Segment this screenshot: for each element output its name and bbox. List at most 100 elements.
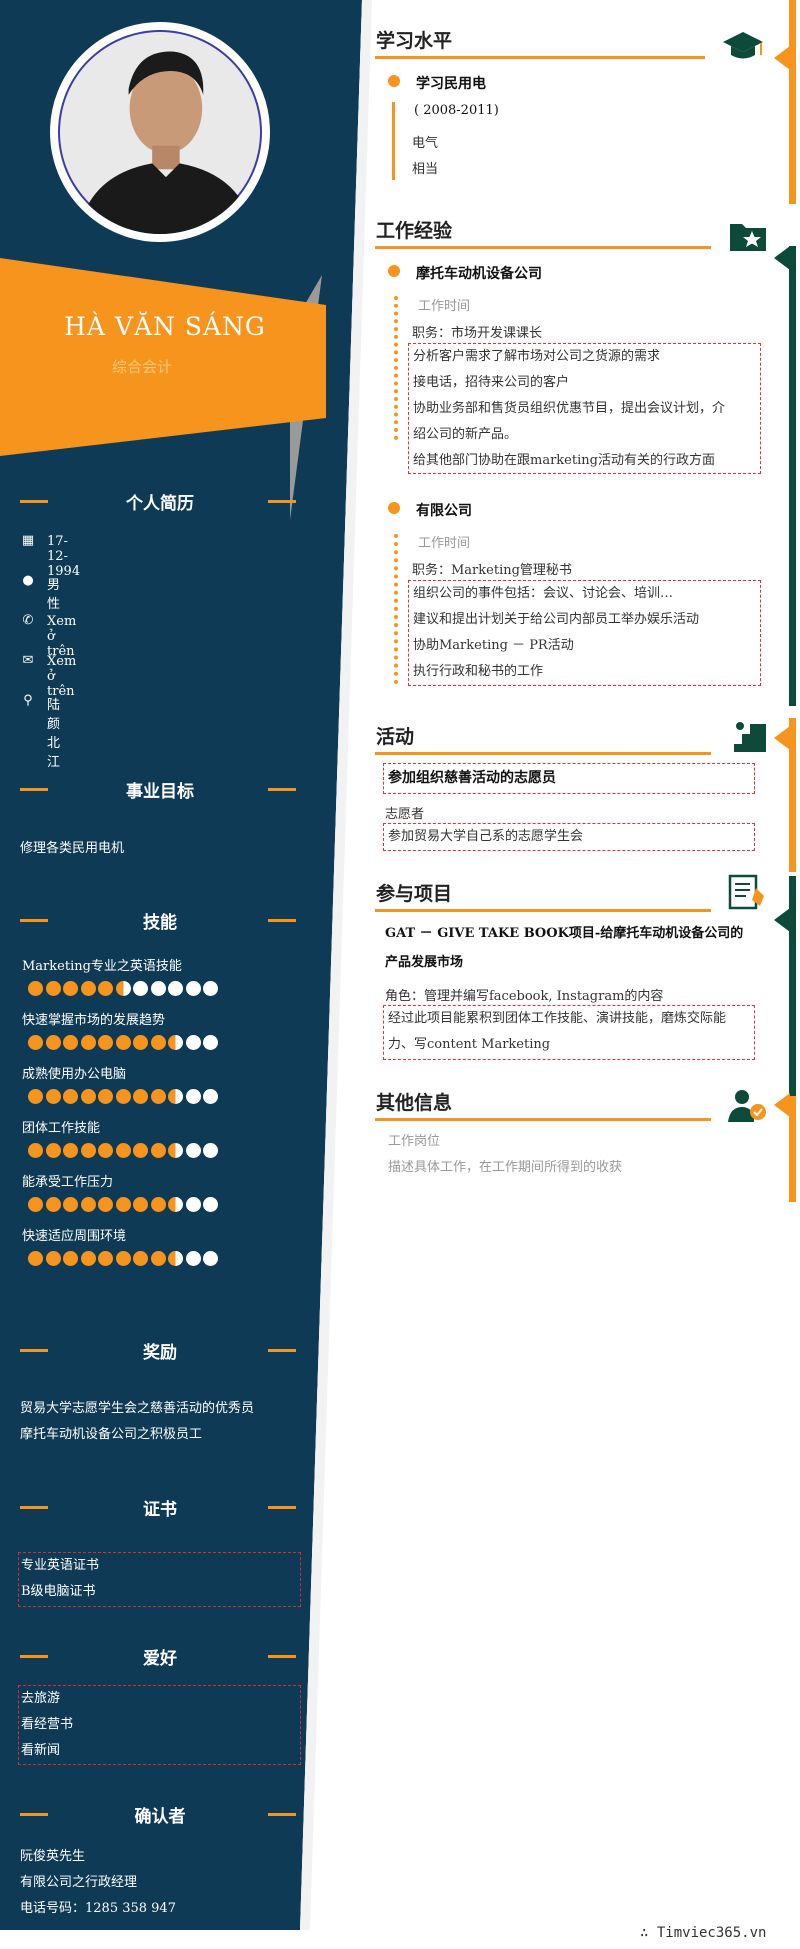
skill-dot: [185, 981, 201, 996]
skill-dot: [98, 1143, 113, 1158]
duty-item: 组织公司的事件包括：会议、讨论会、培训…: [413, 586, 674, 601]
skill-dot: [115, 981, 131, 996]
skill-dot: [185, 1197, 201, 1212]
skill-dot: [133, 1089, 148, 1104]
location-pin-icon: ⚲: [23, 693, 33, 708]
skill-dot: [203, 981, 218, 996]
activity-title: 参加组织慈善活动的志愿员: [388, 770, 556, 786]
section-activities-title: 活动: [376, 726, 415, 748]
section-skills-header: 技能: [0, 905, 300, 935]
side-arrow: [774, 1093, 790, 1117]
skill-dot: [203, 1143, 218, 1158]
activity-title-box: 参加组织慈善活动的志愿员: [383, 763, 755, 794]
section-projects-header: 参与项目: [375, 879, 711, 913]
section-hobbies-header: 爱好: [0, 1641, 300, 1671]
education-period: ( 2008-2011): [414, 103, 499, 118]
side-arrow: [774, 908, 790, 932]
section-experience-title: 工作经验: [376, 220, 453, 242]
watermark: ∴ Timviec365.vn: [640, 1925, 767, 1941]
skill-dot: [98, 1251, 113, 1266]
other-desc: 描述具体工作，在工作期间所得到的收获: [388, 1160, 623, 1175]
skill-dot: [45, 1197, 61, 1212]
hobbies-box: 去旅游 看经营书 看新闻: [18, 1685, 301, 1765]
graduation-cap-icon: [723, 32, 763, 59]
side-strip-projects: [789, 876, 796, 1096]
experience-timeline: [394, 534, 398, 684]
project-desc-box: 经过此项目能累积到团体工作技能、演讲技能，磨炼交际能 力、写content Ma…: [383, 1005, 755, 1060]
section-awards-title: 奖励: [143, 1343, 177, 1363]
duty-item: 建议和提出计划关于给公司内部员工举办娱乐活动: [413, 612, 700, 627]
skill-dot: [150, 981, 166, 996]
award-item: 摩托车动机设备公司之积极员工: [20, 1427, 203, 1442]
person-icon: ●: [22, 573, 34, 588]
section-reference-header: 确认者: [0, 1799, 300, 1829]
skill-dot: [80, 1143, 96, 1158]
side-strip-education: [789, 0, 796, 204]
section-other-header: 其他信息: [375, 1088, 711, 1122]
skill-dot: [28, 981, 43, 996]
side-arrow: [774, 726, 790, 750]
activity-desc-box: 参加贸易大学自己系的志愿学生会: [383, 823, 755, 851]
duty-item: 接电话，招待来公司的客户: [413, 375, 570, 390]
skill-dot: [150, 1143, 166, 1158]
section-personal-title: 个人简历: [126, 494, 194, 514]
skill-dot: [203, 1251, 218, 1266]
section-experience-header: 工作经验: [375, 216, 711, 250]
experience-time: 工作时间: [418, 299, 471, 314]
activity-role: 志愿者: [385, 807, 425, 822]
project-desc-line1: 经过此项目能累积到团体工作技能、演讲技能，磨炼交际能: [388, 1011, 727, 1026]
skill-dot: [185, 1035, 201, 1050]
project-document-icon: [728, 874, 764, 910]
calendar-icon: ▦: [21, 533, 35, 548]
skill-dot: [115, 1035, 131, 1050]
education-timeline: [392, 102, 395, 180]
podium-icon: [734, 722, 766, 752]
duty-item: 分析客户需求了解市场对公司之货源的需求: [413, 349, 661, 364]
experience-company: 摩托车动机设备公司: [416, 266, 542, 282]
hobby-item: 去旅游: [21, 1691, 61, 1706]
experience-duties-box: 分析客户需求了解市场对公司之货源的需求 接电话，招待来公司的客户 协助业务部和售…: [408, 343, 761, 474]
reference-line: 有限公司之行政经理: [20, 1875, 138, 1890]
duty-item: 执行行政和秘书的工作: [413, 664, 544, 679]
skill-label: 快速适应周围环境: [22, 1229, 127, 1244]
section-personal-header: 个人简历: [0, 486, 300, 516]
experience-timeline: [394, 296, 398, 440]
side-strip-experience: [789, 246, 796, 706]
goal-text: 修理各类民用电机: [20, 841, 125, 856]
skill-dot: [115, 1251, 131, 1266]
section-activities-header: 活动: [375, 722, 711, 756]
skill-label: 成熟使用办公电脑: [22, 1067, 127, 1082]
skill-dot: [63, 1197, 78, 1212]
skill-dot: [203, 1089, 218, 1104]
skill-dot: [168, 1035, 183, 1050]
skill-dot: [168, 1197, 183, 1212]
section-education-header: 学习水平: [375, 26, 705, 60]
skill-label: 能承受工作压力: [22, 1175, 114, 1190]
side-strip-other: [789, 1096, 796, 1202]
skill-dot: [63, 1089, 78, 1104]
phone-icon: ✆: [22, 613, 34, 628]
section-other-title: 其他信息: [376, 1092, 453, 1114]
experience-time: 工作时间: [418, 536, 471, 551]
certs-box: 专业英语证书 B级电脑证书: [18, 1552, 301, 1607]
skill-dot: [80, 981, 96, 996]
candidate-name: HÀ VĂN SÁNG: [64, 312, 266, 341]
section-certs-title: 证书: [143, 1500, 177, 1520]
education-grade: 相当: [412, 162, 439, 177]
section-hobbies-title: 爱好: [143, 1649, 177, 1669]
address-value: 陆颜北江: [47, 698, 61, 770]
skill-dot: [168, 1089, 183, 1104]
section-education-title: 学习水平: [376, 30, 453, 52]
duty-item: 绍公司的新产品。: [413, 427, 518, 442]
duty-item: 给其他部门协助在跟marketing活动有关的行政方面: [413, 453, 715, 468]
avatar-photo: [58, 30, 262, 234]
experience-role: 职务：市场开发课课长: [412, 326, 543, 341]
reference-line: 电话号码：1285 358 947: [20, 1901, 176, 1916]
skill-label: 快速掌握市场的发展趋势: [22, 1013, 166, 1028]
skill-dot: [168, 981, 183, 996]
gender-value: 男性: [47, 578, 61, 612]
skill-dot: [28, 1251, 43, 1266]
section-certs-header: 证书: [0, 1492, 300, 1522]
reference-line: 阮俊英先生: [20, 1849, 86, 1864]
skill-dot: [80, 1089, 96, 1104]
